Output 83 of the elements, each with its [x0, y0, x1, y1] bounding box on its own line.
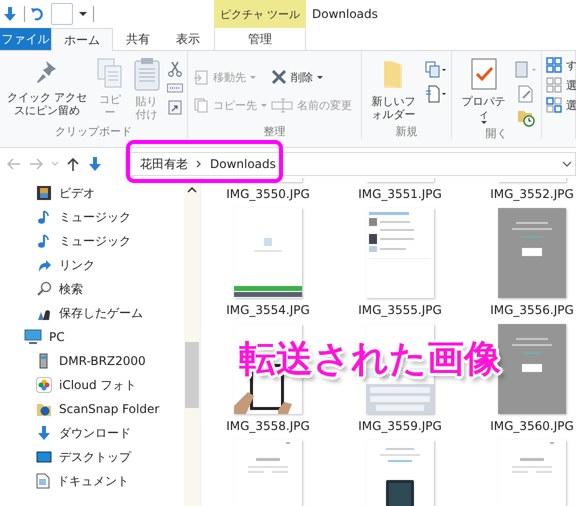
- nav-item[interactable]: ダウンロード: [0, 421, 184, 445]
- ribbon-button[interactable]: クイック アクセスにピン留め: [4, 55, 90, 120]
- chevron-icon: [196, 160, 202, 168]
- file-name[interactable]: IMG_3554.JPG: [226, 302, 310, 318]
- edit-icon: [518, 85, 534, 103]
- history-icon: [517, 109, 535, 127]
- undo-icon[interactable]: [31, 7, 45, 21]
- link-arrow-icon: [36, 257, 52, 273]
- up-arrow-icon[interactable]: [67, 157, 79, 171]
- copy-icon: [193, 97, 209, 113]
- clipboard-icon: [132, 57, 162, 91]
- forward-arrow-icon[interactable]: [29, 158, 43, 170]
- file-name[interactable]: IMG_3560.JPG: [490, 418, 574, 434]
- open-icon: [515, 61, 537, 79]
- ribbon-button[interactable]: 削除: [270, 63, 353, 91]
- group-label: 整理: [262, 125, 286, 139]
- properties-icon: [468, 57, 498, 91]
- back-arrow-icon[interactable]: [7, 158, 21, 170]
- scissors-icon: [167, 61, 183, 77]
- group-label: 新規: [394, 125, 418, 139]
- shortcut-icon: [168, 99, 182, 115]
- search-icon: [36, 281, 52, 297]
- scroll-up-icon[interactable]: [187, 186, 197, 194]
- flower-icon: [36, 377, 52, 393]
- nav-item[interactable]: ミュージック: [0, 229, 184, 253]
- nav-item[interactable]: リンク: [0, 253, 184, 277]
- file-name[interactable]: IMG_3559.JPG: [358, 418, 442, 434]
- file-name[interactable]: IMG_3555.JPG: [358, 302, 442, 318]
- file-name[interactable]: IMG_3552.JPG: [490, 186, 574, 202]
- download-icon: [87, 156, 103, 172]
- easy-access-icon: [425, 85, 447, 103]
- ribbon-button[interactable]: 選: [546, 95, 576, 115]
- blank-button[interactable]: [51, 3, 73, 25]
- path-icon: [167, 83, 183, 93]
- recent-caret-icon[interactable]: [51, 161, 59, 167]
- grid-icon: [546, 77, 562, 93]
- folder-icon: [36, 401, 52, 417]
- new-item-icon: [425, 61, 447, 79]
- nav-item[interactable]: ScanSnap Folder: [0, 397, 184, 421]
- file-name[interactable]: IMG_3556.JPG: [490, 302, 574, 318]
- nav-item[interactable]: DMR-BRZ2000: [0, 349, 184, 373]
- file-name[interactable]: IMG_3558.JPG: [226, 418, 310, 434]
- customize-caret-icon[interactable]: [79, 12, 87, 16]
- download-icon: [36, 425, 52, 441]
- ribbon-button[interactable]: 選: [546, 75, 576, 95]
- desktop-icon: [36, 450, 52, 464]
- address-bar[interactable]: 花田有老 Downloads: [125, 152, 576, 176]
- nav-item[interactable]: iCloud フォト: [0, 373, 184, 397]
- scrollbar-thumb[interactable]: [185, 342, 199, 408]
- computer-icon: [24, 329, 42, 345]
- ribbon-tab[interactable]: ファイル: [0, 28, 51, 50]
- ribbon-button[interactable]: プロパティ: [456, 55, 511, 126]
- ribbon-tab[interactable]: ホーム: [51, 28, 113, 51]
- download-icon: [2, 6, 18, 22]
- nav-item[interactable]: ドキュメント: [0, 469, 184, 493]
- delete-icon: [271, 69, 287, 85]
- grid-icon: [546, 57, 562, 73]
- ribbon-tab[interactable]: 管理: [214, 28, 306, 50]
- move-icon: [193, 69, 209, 85]
- nav-item[interactable]: デスクトップ: [0, 445, 184, 469]
- scrollbar[interactable]: [184, 178, 200, 506]
- breadcrumb[interactable]: Downloads: [208, 157, 278, 171]
- grid-icon: [546, 97, 562, 113]
- document-icon: [36, 473, 50, 489]
- nav-item[interactable]: PC: [0, 325, 184, 349]
- nav-item[interactable]: 保存したゲーム: [0, 301, 184, 325]
- ribbon-tab[interactable]: 表示: [163, 28, 213, 50]
- ribbon-button[interactable]: 新しいフォルダー: [366, 55, 421, 124]
- nav-item[interactable]: 検索: [0, 277, 184, 301]
- ribbon-tab[interactable]: 共有: [113, 28, 163, 50]
- dropdown-chevron-icon[interactable]: [562, 161, 572, 167]
- group-label: クリップボード: [54, 125, 133, 139]
- file-name[interactable]: IMG_3550.JPG: [226, 186, 310, 202]
- contextual-tab-group-label: ピクチャ ツール: [214, 0, 306, 28]
- window-title: Downloads: [312, 7, 378, 21]
- film-icon: [36, 185, 52, 201]
- nav-item[interactable]: ミュージック: [0, 205, 184, 229]
- rename-icon: [271, 97, 293, 113]
- breadcrumb[interactable]: 花田有老: [138, 156, 190, 172]
- group-label: 開く: [484, 127, 508, 141]
- ribbon-button[interactable]: す: [546, 55, 576, 75]
- file-name[interactable]: IMG_3551.JPG: [358, 186, 442, 202]
- nav-item[interactable]: ビデオ: [0, 181, 184, 205]
